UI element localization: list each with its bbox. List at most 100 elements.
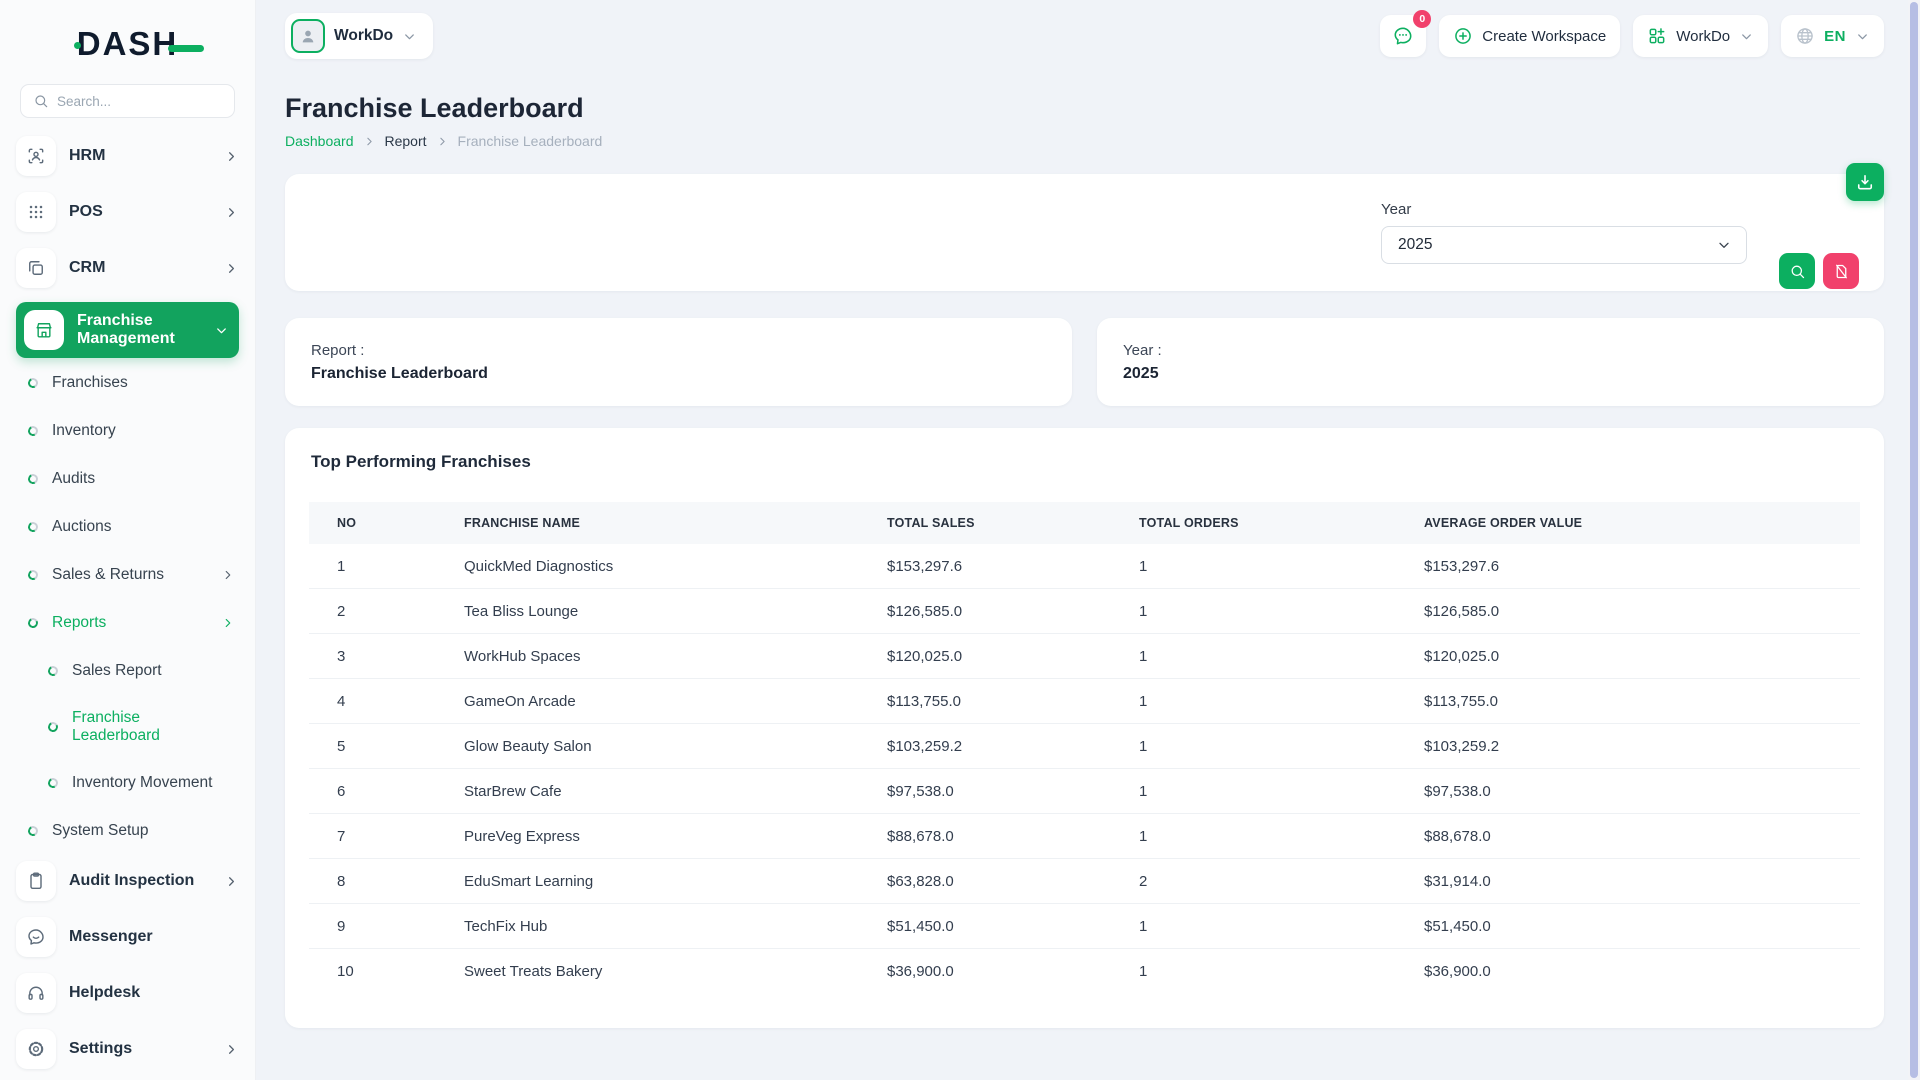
search-input[interactable] [57, 94, 222, 109]
sidebar-item-hrm[interactable]: HRM [16, 134, 239, 178]
file-slash-icon [1833, 263, 1850, 280]
chevron-right-icon [221, 616, 235, 630]
cell-orders: 1 [1111, 589, 1396, 634]
cell-no: 3 [309, 634, 436, 679]
col-header-total-orders: TOTAL ORDERS [1111, 502, 1396, 544]
sidebar-item-label: Franchise Management [77, 312, 201, 349]
sidebar-item-franchise-leaderboard[interactable]: Franchise Leaderboard [48, 699, 239, 755]
apply-filter-button[interactable] [1779, 253, 1815, 289]
table-row: 5Glow Beauty Salon$103,259.21$103,259.2 [309, 724, 1860, 769]
sidebar-item-audit-inspection[interactable]: Audit Inspection [16, 859, 239, 903]
cell-name: StarBrew Cafe [436, 769, 859, 814]
cell-sales: $153,297.6 [859, 544, 1111, 589]
chevron-right-icon [224, 874, 239, 889]
cell-orders: 1 [1111, 634, 1396, 679]
sidebar-item-inventory[interactable]: Inventory [28, 411, 239, 451]
topbar-actions: 0 Create Workspace WorkDo EN [1380, 15, 1884, 57]
bullet-icon [47, 721, 60, 734]
workspace-name: WorkDo [334, 27, 393, 45]
sidebar-subitem-label: Sales & Returns [52, 566, 207, 584]
sidebar-item-sales-report[interactable]: Sales Report [48, 651, 239, 691]
breadcrumb-dashboard[interactable]: Dashboard [285, 133, 354, 149]
cell-aov: $88,678.0 [1396, 814, 1860, 859]
year-label: Year : [1123, 342, 1858, 359]
sidebar-item-sales-returns[interactable]: Sales & Returns [28, 555, 239, 595]
chevron-right-icon [224, 149, 239, 164]
year-filter-label: Year [1381, 201, 1747, 218]
filter-card: Year 2025 [285, 174, 1884, 291]
col-header-franchise-name: FRANCHISE NAME [436, 502, 859, 544]
sidebar-subitem-label: Inventory Movement [72, 774, 239, 792]
cell-aov: $36,900.0 [1396, 949, 1860, 994]
chevron-right-icon [436, 135, 449, 148]
sidebar-item-label: Messenger [69, 928, 239, 946]
user-scan-icon [16, 136, 56, 176]
bullet-icon [27, 569, 40, 582]
chevron-down-icon [1855, 29, 1870, 44]
sidebar-item-messenger[interactable]: Messenger [16, 915, 239, 959]
workspace-avatar [291, 19, 325, 53]
copy-icon [16, 248, 56, 288]
cell-name: GameOn Arcade [436, 679, 859, 724]
sidebar-search [20, 84, 235, 118]
chevron-right-icon [221, 568, 235, 582]
cell-no: 10 [309, 949, 436, 994]
cell-orders: 1 [1111, 724, 1396, 769]
workdo-menu-button[interactable]: WorkDo [1633, 15, 1768, 57]
chat-icon [16, 917, 56, 957]
sidebar-item-reports[interactable]: Reports [28, 603, 239, 643]
search-icon [1789, 263, 1806, 280]
bullet-icon [27, 425, 40, 438]
sidebar-item-inventory-movement[interactable]: Inventory Movement [48, 763, 239, 803]
table-row: 10Sweet Treats Bakery$36,900.01$36,900.0 [309, 949, 1860, 994]
language-selector[interactable]: EN [1781, 15, 1884, 57]
cell-sales: $103,259.2 [859, 724, 1111, 769]
search-icon [33, 93, 49, 109]
cell-orders: 2 [1111, 859, 1396, 904]
cell-name: QuickMed Diagnostics [436, 544, 859, 589]
year-summary-card: Year : 2025 [1097, 318, 1884, 406]
page-scrollbar[interactable] [1910, 2, 1918, 1078]
app-logo[interactable]: DASH [0, 0, 255, 66]
messages-button[interactable]: 0 [1380, 15, 1426, 57]
chevron-right-icon [224, 261, 239, 276]
year-select[interactable]: 2025 [1381, 226, 1747, 264]
create-workspace-button[interactable]: Create Workspace [1439, 15, 1620, 57]
create-workspace-label: Create Workspace [1482, 28, 1606, 45]
storefront-icon [24, 310, 64, 350]
sidebar-item-franchises[interactable]: Franchises [28, 363, 239, 403]
report-summary-card: Report : Franchise Leaderboard [285, 318, 1072, 406]
cell-aov: $103,259.2 [1396, 724, 1860, 769]
main-content: WorkDo 0 Create Workspace WorkDo EN [285, 0, 1884, 1028]
cell-orders: 1 [1111, 904, 1396, 949]
report-value: Franchise Leaderboard [311, 365, 1046, 383]
sidebar-item-settings[interactable]: Settings [16, 1027, 239, 1071]
sidebar-item-system-setup[interactable]: System Setup [28, 811, 239, 851]
workspace-switcher[interactable]: WorkDo [285, 13, 433, 59]
cell-no: 6 [309, 769, 436, 814]
sidebar-item-auctions[interactable]: Auctions [28, 507, 239, 547]
cell-no: 8 [309, 859, 436, 904]
grid-plus-icon [1647, 26, 1667, 46]
sidebar-item-helpdesk[interactable]: Helpdesk [16, 971, 239, 1015]
cell-aov: $120,025.0 [1396, 634, 1860, 679]
sidebar-item-crm[interactable]: CRM [16, 246, 239, 290]
page-title: Franchise Leaderboard [285, 93, 1884, 124]
table-row: 3WorkHub Spaces$120,025.01$120,025.0 [309, 634, 1860, 679]
year-filter-group: Year 2025 [1381, 201, 1747, 264]
cell-no: 7 [309, 814, 436, 859]
sidebar-item-pos[interactable]: POS [16, 190, 239, 234]
leaderboard-card: Top Performing Franchises NO FRANCHISE N… [285, 428, 1884, 1028]
cell-sales: $36,900.0 [859, 949, 1111, 994]
breadcrumb-report[interactable]: Report [385, 133, 427, 149]
cell-aov: $97,538.0 [1396, 769, 1860, 814]
sidebar-item-label: POS [69, 203, 211, 221]
report-label: Report : [311, 342, 1046, 359]
reset-filter-button[interactable] [1823, 253, 1859, 289]
sidebar-item-audits[interactable]: Audits [28, 459, 239, 499]
download-report-button[interactable] [1846, 163, 1884, 201]
sidebar-item-label: CRM [69, 259, 211, 277]
sidebar-item-franchise-management[interactable]: Franchise Management [16, 302, 239, 358]
sidebar-subitem-label: Sales Report [72, 662, 239, 680]
cell-sales: $97,538.0 [859, 769, 1111, 814]
